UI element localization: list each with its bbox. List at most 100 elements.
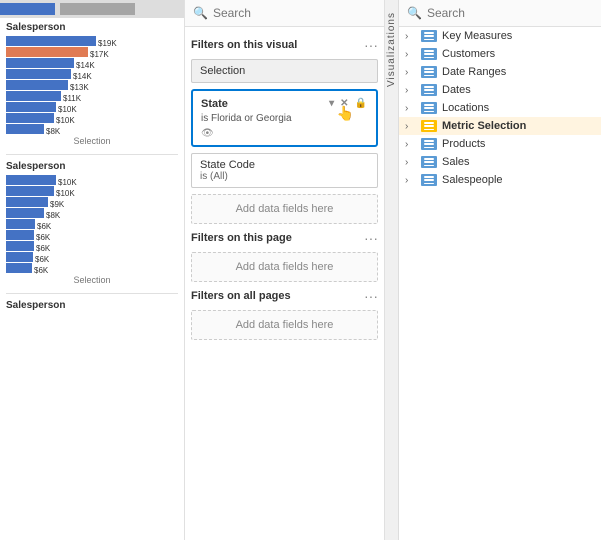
table-icon-yellow xyxy=(421,120,437,132)
bar-container: $10K xyxy=(6,102,178,112)
tree-item-salespeople[interactable]: › Salespeople xyxy=(399,171,601,189)
bar xyxy=(6,186,54,196)
add-data-field-visual[interactable]: Add data fields here xyxy=(191,194,378,224)
tree-item-label: Customers xyxy=(442,48,595,60)
bar-row: $8K xyxy=(6,208,178,218)
bar-container: $6K xyxy=(6,263,178,273)
tree-item-locations[interactable]: › Locations xyxy=(399,99,601,117)
bar-row: $10K xyxy=(6,186,178,196)
bar xyxy=(6,219,35,229)
chevron-icon: › xyxy=(405,31,417,42)
bar-row: $6K xyxy=(6,219,178,229)
right-search-icon: 🔍 xyxy=(407,6,422,20)
bar-row: $6K xyxy=(6,252,178,262)
chart-title-1: Salesperson xyxy=(6,22,178,33)
table-icon xyxy=(421,48,437,60)
tree-item-customers[interactable]: › Customers xyxy=(399,45,601,63)
bar xyxy=(6,91,61,101)
chevron-icon: › xyxy=(405,103,417,114)
state-filter-bottom-icons: 👁 xyxy=(201,128,368,139)
tree-item-sales[interactable]: › Sales xyxy=(399,153,601,171)
bar xyxy=(6,113,54,123)
bar xyxy=(6,80,68,90)
selection-filter-label: Selection xyxy=(200,65,245,77)
state-filter-label: State xyxy=(201,98,228,110)
tree-item-label: Key Measures xyxy=(442,30,595,42)
table-icon xyxy=(421,30,437,42)
bar-row: $10K xyxy=(6,102,178,112)
bar-value: $6K xyxy=(34,266,48,275)
chevron-down-icon[interactable]: ▾ xyxy=(328,97,335,110)
right-search-bar[interactable]: 🔍 xyxy=(399,0,601,27)
tree-item-products[interactable]: › Products xyxy=(399,135,601,153)
bar-row: $6K xyxy=(6,230,178,240)
bar xyxy=(6,197,48,207)
bar-container: $8K xyxy=(6,124,178,134)
lock-icon[interactable]: 🔒 xyxy=(354,97,368,110)
bar-value: $8K xyxy=(46,127,60,136)
filters-on-visual-title: Filters on this visual xyxy=(191,39,297,51)
right-panel: 🔍 › Key Measures › Customers › xyxy=(399,0,601,540)
selection-filter[interactable]: Selection xyxy=(191,59,378,83)
add-data-field-page[interactable]: Add data fields here xyxy=(191,252,378,282)
table-icon xyxy=(421,66,437,78)
tree-item-dates[interactable]: › Dates xyxy=(399,81,601,99)
tree-item-label: Sales xyxy=(442,156,595,168)
tree-item-label: Date Ranges xyxy=(442,66,595,78)
chart-divider-2 xyxy=(6,293,178,294)
visualizations-tab[interactable]: Visualizations xyxy=(385,0,399,540)
bar xyxy=(6,58,74,68)
top-strip-bar-revenue xyxy=(60,3,135,15)
chevron-icon: › xyxy=(405,121,417,132)
bar-container: $14K xyxy=(6,69,178,79)
bar-row: $19K xyxy=(6,36,178,46)
middle-search-bar[interactable]: 🔍 xyxy=(185,0,384,27)
chart-section-2: Salesperson $10K $10K $9K $8K $6K $6K $6… xyxy=(0,157,184,291)
bar-container: $10K xyxy=(6,186,178,196)
bar-container: $10K xyxy=(6,175,178,185)
bar-container: $17K xyxy=(6,47,178,57)
filters-on-page-more[interactable]: ··· xyxy=(364,230,378,246)
bar-container: $14K xyxy=(6,58,178,68)
filters-on-visual-more[interactable]: ··· xyxy=(364,37,378,53)
bar xyxy=(6,263,32,273)
filters-search-input[interactable] xyxy=(213,6,376,20)
tree-item-label: Metric Selection xyxy=(442,120,595,132)
bar-row: $6K xyxy=(6,263,178,273)
tree-item-label: Locations xyxy=(442,102,595,114)
tree-item-date-ranges[interactable]: › Date Ranges xyxy=(399,63,601,81)
state-code-filter-value: is (All) xyxy=(200,171,369,182)
eye-icon[interactable]: 👁 xyxy=(201,128,214,139)
bar-container: $13K xyxy=(6,80,178,90)
table-icon xyxy=(421,156,437,168)
chart-title-3: Salesperson xyxy=(6,300,178,311)
filters-on-visual-header: Filters on this visual ··· xyxy=(191,37,378,53)
visualizations-search-input[interactable] xyxy=(427,6,593,20)
filters-on-all-pages-more[interactable]: ··· xyxy=(364,288,378,304)
bar xyxy=(6,230,34,240)
state-code-filter[interactable]: State Code is (All) xyxy=(191,153,378,188)
filters-on-all-pages-header: Filters on all pages ··· xyxy=(191,288,378,304)
bar xyxy=(6,47,88,57)
filters-on-page-header: Filters on this page ··· xyxy=(191,230,378,246)
tree-list: › Key Measures › Customers › Date Ranges xyxy=(399,27,601,540)
bar-row: $13K xyxy=(6,80,178,90)
chevron-icon: › xyxy=(405,175,417,186)
tree-item-metric-selection[interactable]: › Metric Selection xyxy=(399,117,601,135)
add-data-field-all-pages[interactable]: Add data fields here xyxy=(191,310,378,340)
tree-item-label: Products xyxy=(442,138,595,150)
chart-subtitle-1: Selection xyxy=(6,136,178,146)
bar-row: $9K xyxy=(6,197,178,207)
filters-on-all-pages-title: Filters on all pages xyxy=(191,290,291,302)
tree-item-key-measures[interactable]: › Key Measures xyxy=(399,27,601,45)
chart-title-2: Salesperson xyxy=(6,161,178,172)
bar-row: $8K xyxy=(6,124,178,134)
bar-row: $10K xyxy=(6,113,178,123)
bar-row: $17K xyxy=(6,47,178,57)
filters-panel: 🔍 Filters on this visual ··· Selection S… xyxy=(185,0,385,540)
table-icon xyxy=(421,174,437,186)
chevron-icon: › xyxy=(405,157,417,168)
filters-on-page-title: Filters on this page xyxy=(191,232,292,244)
top-strip xyxy=(0,0,184,18)
state-filter[interactable]: State ▾ ✕ 🔒 is Florida or Georgia 👆 👁 xyxy=(191,89,378,147)
